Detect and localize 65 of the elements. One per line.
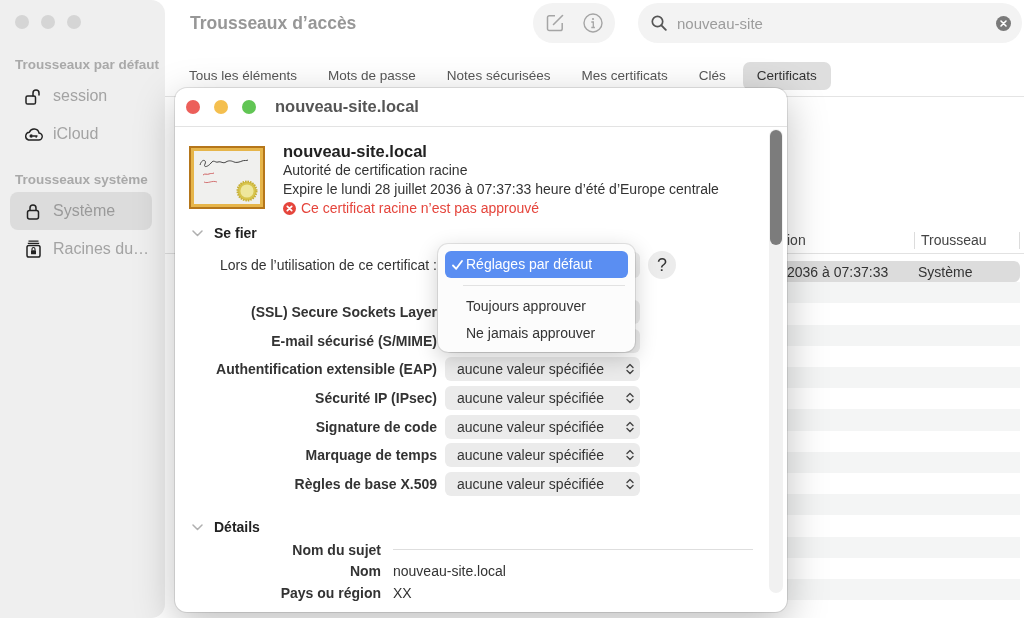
popup-button[interactable]: aucune valeur spécifiée (445, 414, 640, 439)
tab[interactable]: Mes certificats (567, 62, 682, 90)
close-button[interactable] (186, 100, 200, 114)
scrollbar-thumb[interactable] (770, 130, 782, 245)
detail-label: Nom du sujet (291, 540, 381, 559)
menu-item[interactable]: Ne jamais approuver (445, 319, 628, 347)
detail-value: nouveau-site.local (393, 562, 507, 581)
detail-label: Pays ou région (279, 583, 381, 602)
detail-value: XX (393, 583, 413, 602)
scrollbar-track[interactable] (769, 129, 783, 593)
tab[interactable]: Tous les éléments (175, 62, 312, 90)
certificate-icon (189, 146, 265, 209)
help-button[interactable]: ? (648, 251, 676, 279)
tab[interactable]: Clés (684, 62, 740, 90)
info-icon[interactable] (583, 13, 603, 33)
up-down-chevron-icon (626, 392, 634, 405)
section-title: Se fier (214, 223, 257, 243)
certificate-name: nouveau-site.local (283, 142, 428, 161)
chevron-down-icon[interactable] (192, 524, 203, 531)
open-padlock-icon (25, 87, 41, 105)
table-cell-text: 2036 à 07:37:33 (787, 262, 890, 281)
window-title: Trousseaux d’accès (190, 11, 357, 35)
setting-label: Règles de base X.509 (293, 475, 437, 494)
popup-button[interactable]: aucune valeur spécifiée (445, 472, 640, 497)
cabinet-lock-icon (25, 240, 41, 258)
table-cell-text: Système (918, 262, 974, 281)
minimize-button[interactable] (214, 100, 228, 114)
compose-icon[interactable] (545, 13, 565, 33)
detail-label: Nom (348, 562, 381, 581)
menu-item[interactable]: Toujours approuver (445, 292, 628, 320)
section-title: Détails (214, 518, 260, 537)
chevron-down-icon[interactable] (192, 229, 203, 237)
status-message: Ce certificat racine n’est pas approuvé (301, 199, 540, 218)
setting-label: (SSL) Secure Sockets Layer (250, 302, 437, 322)
setting-label: Authentification extensible (EAP) (215, 360, 437, 379)
setting-label: Marquage de temps (304, 446, 437, 465)
tab[interactable]: Certificats (742, 62, 831, 90)
search-icon (651, 15, 667, 31)
setting-label: E-mail sécurisé (S/MIME) (270, 331, 437, 350)
setting-label: Signature de code (314, 417, 437, 436)
error-icon (283, 202, 296, 215)
field-label: Lors de l’utilisation de ce certificat : (218, 255, 437, 275)
tab[interactable]: Mots de passe (314, 62, 430, 90)
checkmark-icon (452, 259, 463, 270)
padlock-icon (26, 202, 40, 220)
up-down-chevron-icon (626, 363, 634, 376)
up-down-chevron-icon (626, 478, 634, 491)
zoom-button[interactable] (242, 100, 256, 114)
up-down-chevron-icon (626, 420, 634, 433)
tab[interactable]: Notes sécurisées (432, 62, 565, 90)
certificate-type: Autorité de certification racine (283, 161, 469, 180)
zoom-button[interactable] (67, 15, 81, 29)
section-header: Trousseaux par défaut (14, 56, 160, 74)
up-down-chevron-icon (626, 449, 634, 462)
popup-button[interactable]: aucune valeur spécifiée (445, 443, 640, 468)
setting-label: Sécurité IP (IPsec) (314, 389, 437, 408)
minimize-button[interactable] (41, 15, 55, 29)
column-header[interactable]: Trousseau (915, 232, 1020, 249)
clear-icon[interactable] (996, 15, 1011, 31)
expiry-date: Expire le lundi 28 juillet 2036 à 07:37:33 heure d’été d’Europe centrale (283, 180, 719, 199)
cloud-key-icon (23, 127, 43, 141)
popup-button[interactable]: aucune valeur spécifiée (445, 386, 640, 411)
section-header: Trousseaux système (14, 171, 148, 189)
popup-button[interactable]: aucune valeur spécifiée (445, 357, 640, 382)
window-title: nouveau-site.local (275, 96, 419, 118)
